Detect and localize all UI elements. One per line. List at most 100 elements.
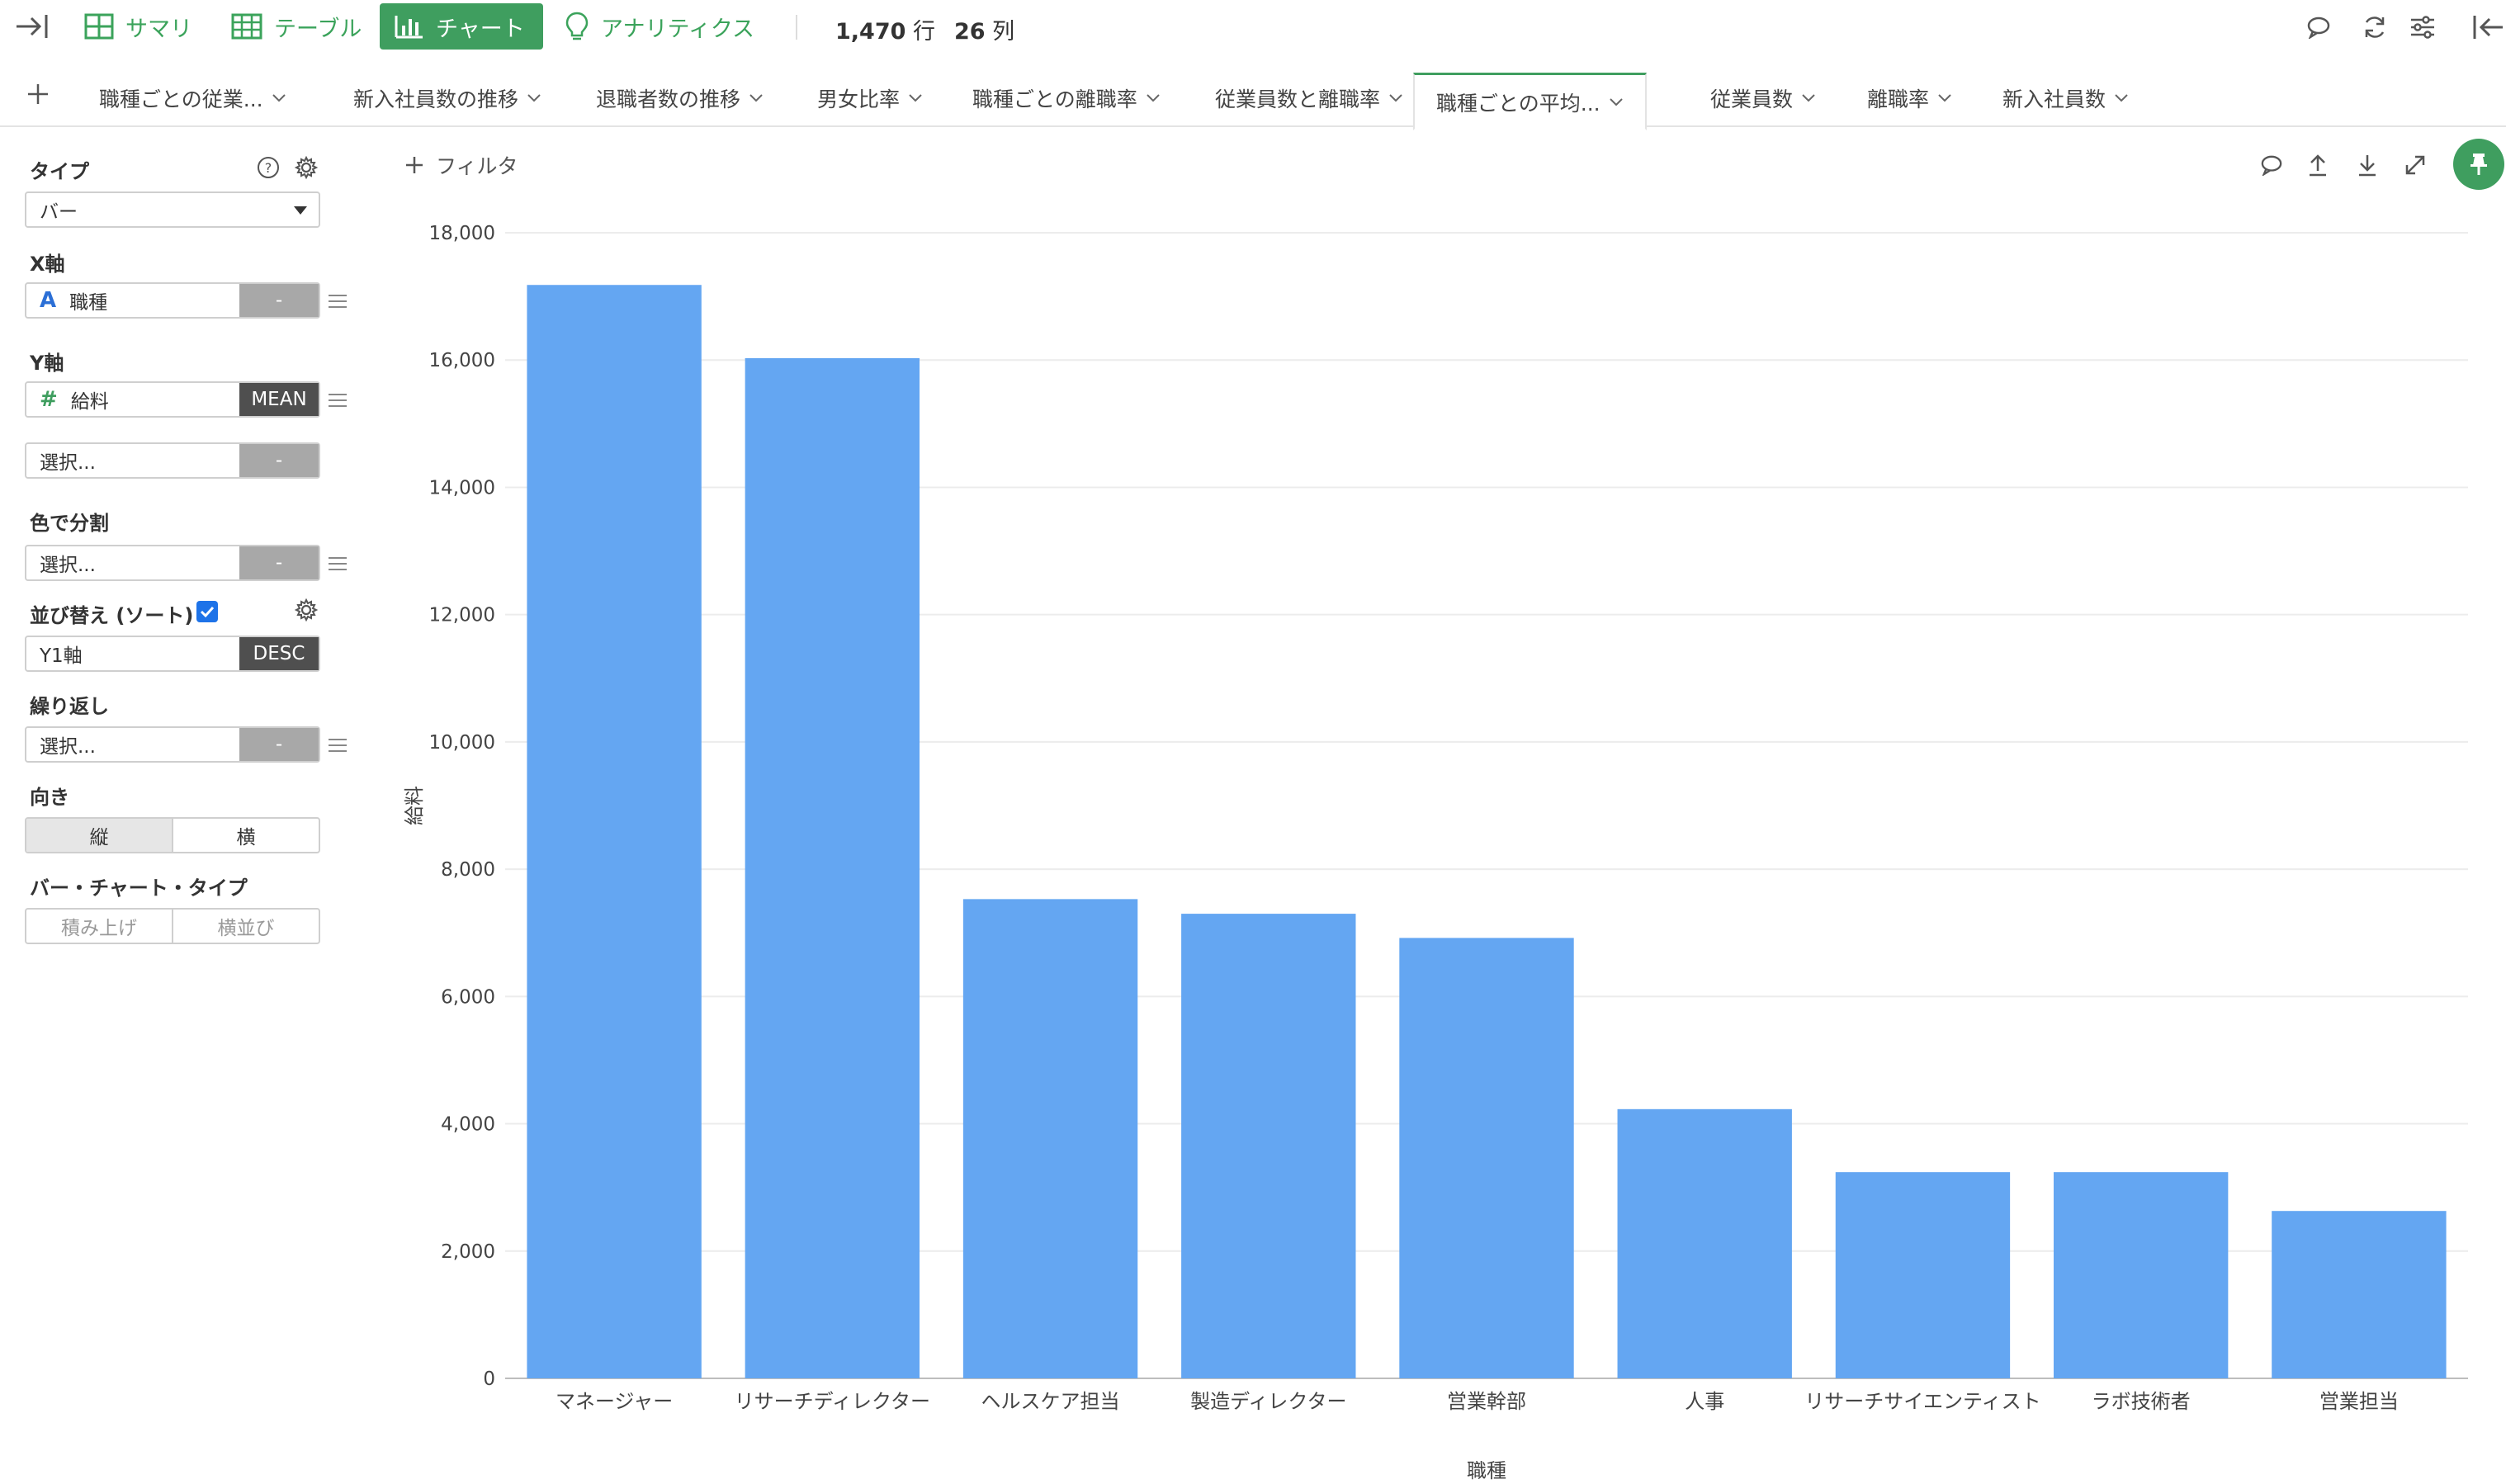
orientation-horizontal-button[interactable]: 横 [172,819,319,852]
tab-3[interactable]: 退職者数の推移 [596,71,764,125]
x-tick-label: ラボ技術者 [2092,1390,2191,1413]
x-axis-field-value: 職種 [69,292,108,314]
tab-10[interactable]: 新入社員数 [2002,71,2129,125]
y-axis-aggregation[interactable]: MEAN [239,383,319,416]
chevron-down-icon[interactable] [272,93,286,103]
y-tick-label: 16,000 [429,350,495,371]
bar-type-side-by-side-button[interactable]: 横並び [172,910,319,943]
pin-button[interactable] [2453,139,2504,190]
collapse-right-panel-icon[interactable] [2471,12,2503,43]
y2-axis-aggregation[interactable]: - [239,444,319,477]
bar[interactable] [1835,1172,2011,1378]
settings-sliders-icon[interactable] [2407,12,2438,43]
bar-type-stacked-button[interactable]: 積み上げ [26,910,172,943]
tab-7[interactable]: 職種ごとの平均... [1413,73,1647,130]
sort-field[interactable]: Y1軸 DESC [25,636,320,672]
sort-settings-gear-icon[interactable] [294,598,319,622]
expand-icon[interactable] [2399,149,2432,182]
color-split-placeholder: 選択... [40,555,96,576]
color-split-field[interactable]: 選択... - [25,545,320,581]
type-settings-gear-icon[interactable] [294,155,319,180]
chart-type-select[interactable]: バー [25,191,320,228]
table-label: テーブル [274,16,362,42]
download-icon[interactable] [2351,149,2384,182]
chart-tab-bar: 職種ごとの従業... 新入社員数の推移 退職者数の推移 男女比率 職種ごとの離職率 従業員… [0,59,2506,130]
number-type-icon: # [40,387,58,412]
chevron-down-icon[interactable] [749,93,764,103]
sort-order-button[interactable]: DESC [239,637,319,670]
tab-6[interactable]: 従業員数と離職率 [1215,71,1403,125]
tab-label: 職種ごとの平均... [1436,91,1601,116]
x-tick-label: 人事 [1685,1390,1724,1413]
x-axis-aggregation[interactable]: - [239,284,319,317]
toolbar-divider [796,15,797,40]
x-axis-menu-icon[interactable] [329,294,347,309]
color-split-menu-icon[interactable] [329,556,347,571]
y-axis-field-value: 給料 [70,391,109,413]
chevron-down-icon[interactable] [1609,97,1624,107]
bar[interactable] [1181,914,1356,1378]
color-split-aggregation[interactable]: - [239,546,319,579]
svg-text:?: ? [265,160,272,176]
expand-sidebar-icon[interactable] [15,12,51,41]
repeat-field[interactable]: 選択... - [25,726,320,763]
refresh-icon[interactable] [2359,12,2390,43]
row-count: 1,470 行 [835,13,935,45]
bar-chart: 0 2,000 4,000 6,000 8,000 10,000 12,000 14,000 1… [403,223,2468,1482]
chevron-down-icon[interactable] [1937,93,1952,103]
y-tick-label: 2,000 [441,1241,495,1263]
tab-9[interactable]: 離職率 [1867,71,1952,125]
tab-label: 従業員数 [1710,87,1794,111]
chevron-down-icon[interactable] [527,93,541,103]
type-label: タイプ [30,160,89,183]
chevron-down-icon[interactable] [2114,93,2129,103]
orientation-label: 向き [30,786,69,809]
table-tab-button[interactable]: テーブル [216,3,376,50]
y2-axis-field[interactable]: 選択... - [25,442,320,479]
comment-icon[interactable] [2303,12,2334,43]
y-axis-menu-icon[interactable] [329,393,347,408]
repeat-menu-icon[interactable] [329,738,347,753]
add-tab-icon[interactable] [23,79,53,109]
bar-chart-type-label: バー・チャート・タイプ [30,877,248,900]
y-axis-label: Y軸 [30,352,64,375]
tab-4[interactable]: 男女比率 [817,71,923,125]
analytics-tab-button[interactable]: アナリティクス [550,3,769,50]
y-tick-label: 12,000 [429,605,495,626]
help-icon[interactable]: ? [256,155,281,180]
x-tick-label: リサーチディレクター [735,1390,930,1413]
x-tick-label: リサーチサイエンティスト [1804,1390,2040,1413]
column-count: 26 列 [954,13,1014,45]
bar[interactable] [1617,1108,1792,1378]
chevron-down-icon[interactable] [1388,93,1403,103]
orientation-vertical-button[interactable]: 縦 [26,819,172,852]
tab-8[interactable]: 従業員数 [1710,71,1816,125]
bar[interactable] [745,357,920,1378]
y-tick-label: 0 [483,1368,495,1390]
y-axis-field[interactable]: # 給料 MEAN [25,381,320,418]
bar[interactable] [2272,1211,2447,1378]
x-axis-field[interactable]: A 職種 - [25,282,320,319]
upload-icon[interactable] [2301,149,2334,182]
bar[interactable] [962,899,1138,1378]
tab-5[interactable]: 職種ごとの離職率 [972,71,1161,125]
chart-tab-button[interactable]: チャート [380,3,543,50]
chart-comment-icon[interactable] [2255,149,2288,182]
chevron-down-icon[interactable] [1146,93,1161,103]
text-type-icon: A [40,288,57,313]
sort-field-value: Y1軸 [40,645,83,667]
tab-1[interactable]: 職種ごとの従業... [99,71,286,125]
chevron-down-icon[interactable] [1801,93,1816,103]
chart-label: チャート [436,16,525,42]
bar[interactable] [2053,1172,2229,1378]
sort-checkbox[interactable] [196,601,218,622]
summary-tab-button[interactable]: サマリ [69,3,207,50]
color-split-label: 色で分割 [30,512,109,535]
tab-label: 職種ごとの従業... [99,87,263,111]
bar[interactable] [527,285,702,1379]
repeat-aggregation[interactable]: - [239,728,319,761]
tab-2[interactable]: 新入社員数の推移 [353,71,541,125]
add-filter-button[interactable]: フィルタ [404,150,518,180]
chevron-down-icon[interactable] [908,93,923,103]
bar[interactable] [1399,938,1574,1378]
